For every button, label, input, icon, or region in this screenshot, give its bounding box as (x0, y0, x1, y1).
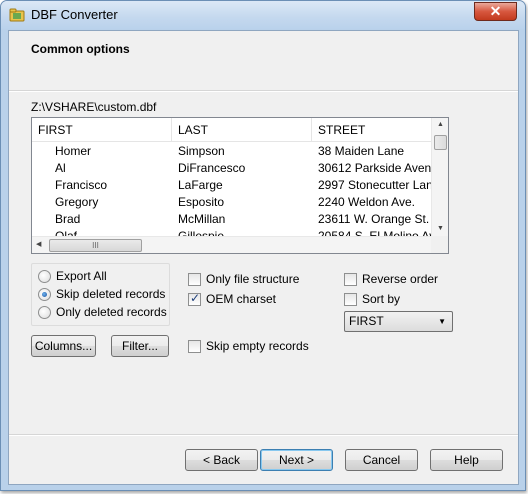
checkbox-label: Skip empty records (206, 339, 309, 353)
scroll-left-arrow-icon[interactable]: ◀ (36, 240, 41, 248)
cell-first: Homer (55, 144, 92, 158)
next-button[interactable]: Next > (260, 449, 333, 471)
cell-last: Esposito (178, 195, 225, 209)
cell-last: McMillan (178, 212, 226, 226)
checkbox-label: Only file structure (206, 272, 300, 286)
cell-last: Simpson (178, 144, 225, 158)
radio-label: Only deleted records (56, 305, 167, 319)
radio-button-icon[interactable] (38, 306, 51, 319)
sort-field-select[interactable]: FIRST ▼ (344, 311, 453, 332)
cell-first: Gregory (55, 195, 99, 209)
vertical-scrollbar[interactable]: ▲ ▼ (431, 118, 448, 237)
records-grid[interactable]: FIRST LAST STREET Homer Simpson 38 Maide… (31, 117, 449, 254)
cell-street: 30612 Parkside Avenue (318, 161, 436, 175)
folder-app-icon (9, 8, 25, 22)
window-title: DBF Converter (31, 7, 118, 22)
checkbox-checked-icon[interactable] (188, 291, 201, 306)
cell-first: Francisco (55, 178, 108, 192)
checkbox-label: Sort by (362, 292, 401, 306)
dropdown-arrow-icon[interactable]: ▼ (438, 312, 446, 331)
column-header-last[interactable]: LAST (172, 118, 312, 142)
file-path-label: Z:\VSHARE\custom.dbf (31, 100, 157, 114)
column-header-street[interactable]: STREET (312, 118, 436, 142)
checkbox-icon[interactable] (188, 273, 201, 286)
radio-button-selected-icon[interactable] (38, 288, 51, 301)
dbf-converter-window: DBF Converter ✕ Common options Z:\VSHARE… (0, 0, 526, 491)
table-row[interactable]: Homer Simpson 38 Maiden Lane (32, 143, 436, 160)
table-row[interactable]: Al DiFrancesco 30612 Parkside Avenue (32, 160, 436, 177)
checkbox-label: OEM charset (206, 292, 277, 306)
help-button[interactable]: Help (430, 449, 503, 471)
horizontal-scrollbar[interactable]: ◀ III ▶ (32, 236, 448, 253)
radio-label: Export All (56, 269, 107, 283)
vertical-scroll-thumb[interactable] (434, 135, 447, 150)
table-row[interactable]: Brad McMillan 23611 W. Orange St. (32, 211, 436, 228)
cell-street: 2240 Weldon Ave. (318, 195, 415, 209)
back-button[interactable]: < Back (185, 449, 258, 471)
columns-button[interactable]: Columns... (31, 335, 96, 357)
scroll-up-arrow-icon[interactable]: ▲ (437, 121, 444, 128)
cell-first: Brad (55, 212, 81, 226)
title-bar: DBF Converter ✕ (1, 1, 525, 29)
cell-first: Al (55, 161, 66, 175)
grid-rows: Homer Simpson 38 Maiden Lane Al DiFrance… (32, 143, 436, 245)
checkbox-icon[interactable] (344, 273, 357, 286)
cell-last: LaFarge (178, 178, 223, 192)
footer-divider (9, 434, 518, 436)
filter-button[interactable]: Filter... (111, 335, 169, 357)
cell-last: DiFrancesco (178, 161, 246, 175)
cell-street: 38 Maiden Lane (318, 144, 405, 158)
grid-header: FIRST LAST STREET (32, 118, 436, 142)
checkbox-icon[interactable] (344, 293, 357, 306)
radio-button-icon[interactable] (38, 270, 51, 283)
checkbox-icon[interactable] (188, 340, 201, 353)
radio-label: Skip deleted records (56, 287, 166, 301)
header-band: Common options (9, 31, 518, 92)
horizontal-scroll-thumb[interactable]: III (49, 239, 142, 252)
scroll-down-arrow-icon[interactable]: ▼ (437, 225, 444, 232)
sort-field-value: FIRST (349, 314, 384, 328)
wizard-page: Common options Z:\VSHARE\custom.dbf FIRS… (8, 30, 519, 485)
close-button[interactable]: ✕ (474, 2, 517, 21)
cell-street: 23611 W. Orange St. (318, 212, 430, 226)
table-row[interactable]: Gregory Esposito 2240 Weldon Ave. (32, 194, 436, 211)
column-header-first[interactable]: FIRST (32, 118, 172, 142)
cell-street: 2997 Stonecutter Lane (318, 178, 436, 192)
scroll-corner (431, 236, 448, 253)
table-row[interactable]: Francisco LaFarge 2997 Stonecutter Lane (32, 177, 436, 194)
cancel-button[interactable]: Cancel (345, 449, 418, 471)
export-mode-group: Export All Skip deleted records Only del… (31, 263, 170, 326)
page-title: Common options (31, 42, 130, 56)
checkbox-label: Reverse order (362, 272, 439, 286)
